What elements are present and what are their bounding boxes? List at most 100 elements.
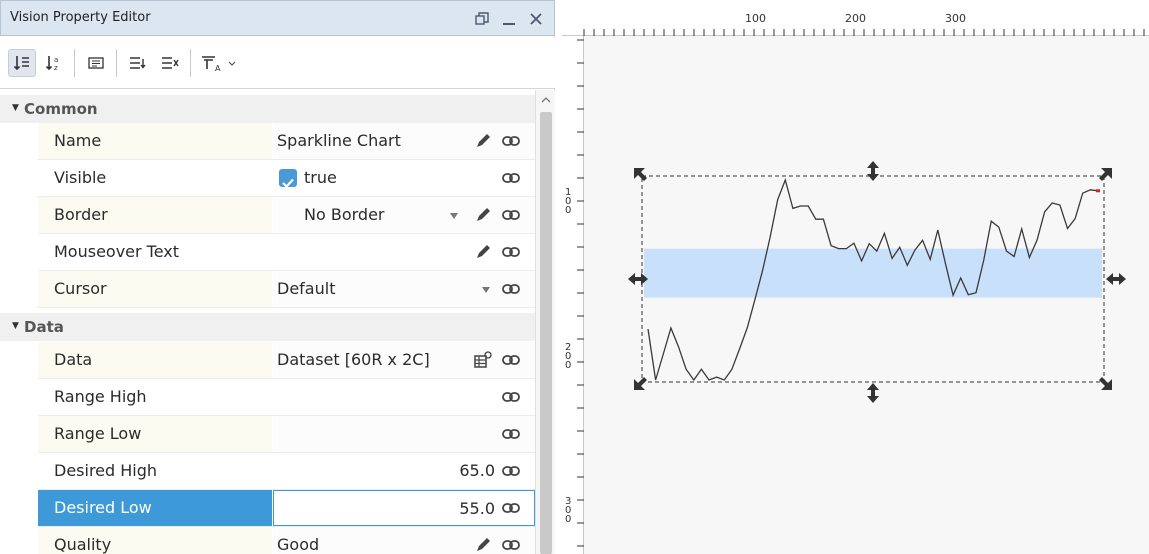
category-common[interactable]: ▼ Common <box>0 95 535 123</box>
close-icon[interactable] <box>525 7 547 31</box>
category-data[interactable]: ▼ Data <box>0 313 535 341</box>
sort-alphabetical-icon: a z <box>45 56 58 72</box>
link-icon[interactable] <box>501 424 521 444</box>
property-row-name[interactable]: Name Sparkline Chart <box>38 123 535 160</box>
link-icon[interactable] <box>501 205 521 225</box>
link-icon[interactable] <box>501 461 521 481</box>
property-value-field[interactable] <box>273 416 535 452</box>
scrollbar-thumb[interactable] <box>540 112 552 554</box>
link-icon[interactable] <box>501 387 521 407</box>
property-row-visible[interactable]: Visible true <box>38 160 535 197</box>
category-label: Data <box>24 318 64 336</box>
property-value-field[interactable] <box>273 234 535 270</box>
svg-text:a: a <box>54 56 58 64</box>
property-name: Desired High <box>54 461 158 480</box>
svg-text:z: z <box>54 64 58 72</box>
pencil-icon[interactable] <box>473 205 493 225</box>
property-name: Visible <box>54 168 107 187</box>
property-value-field[interactable]: 65.0 <box>273 453 535 489</box>
property-grid: ▼ Common Name Sparkline Chart Visible tr… <box>0 90 535 554</box>
pencil-icon[interactable] <box>473 535 493 554</box>
toolbar-divider <box>116 49 117 77</box>
border-dropdown[interactable]: No Border <box>273 197 535 233</box>
resize-se-icon[interactable] <box>1099 377 1112 390</box>
sort-by-category-button[interactable] <box>8 49 36 77</box>
resize-nw-icon[interactable] <box>634 168 647 181</box>
resize-ne-icon[interactable] <box>1099 168 1112 181</box>
property-value: Dataset [60R x 2C] <box>277 350 430 369</box>
ruler-ticks <box>577 39 584 547</box>
property-row-range-high[interactable]: Range High <box>38 379 535 416</box>
expand-all-button[interactable] <box>124 49 152 77</box>
filter-dropdown-button[interactable]: A <box>196 49 240 77</box>
property-row-quality[interactable]: Quality Good <box>38 527 535 554</box>
property-name: Data <box>38 342 272 378</box>
link-icon[interactable] <box>501 242 521 262</box>
property-row-range-low[interactable]: Range Low <box>38 416 535 453</box>
property-value-field[interactable]: true <box>273 160 535 196</box>
property-toolbar: a z A <box>0 37 555 89</box>
property-value: Default <box>277 279 336 298</box>
dataset-editor-icon[interactable] <box>473 350 493 370</box>
link-icon[interactable] <box>501 168 521 188</box>
ruler-label-100: 1 0 0 <box>565 187 572 216</box>
link-icon[interactable] <box>501 131 521 151</box>
property-value-field[interactable]: Good <box>273 527 535 554</box>
property-row-mouseover-text[interactable]: Mouseover Text <box>38 234 535 271</box>
minimize-icon[interactable] <box>498 7 520 31</box>
pencil-icon[interactable] <box>473 131 493 151</box>
sparkline-chart-component[interactable] <box>584 36 1149 554</box>
show-descriptions-button[interactable] <box>82 49 110 77</box>
property-row-desired-low[interactable]: Desired Low 55.0 <box>38 490 535 527</box>
toolbar-divider <box>74 49 75 77</box>
ruler-label: 300 <box>945 12 966 25</box>
scroll-up-icon[interactable] <box>541 96 551 104</box>
property-grid-scrollbar[interactable] <box>535 90 555 554</box>
pencil-icon[interactable] <box>473 242 493 262</box>
ruler-label: 100 <box>745 12 766 25</box>
property-row-border[interactable]: Border No Border <box>38 197 535 234</box>
ruler-label: 200 <box>845 12 866 25</box>
link-icon[interactable] <box>501 498 521 518</box>
link-icon[interactable] <box>501 279 521 299</box>
horizontal-ruler: 100 200 300 <box>562 0 1149 36</box>
collapse-all-icon <box>162 57 179 69</box>
collapse-all-button[interactable] <box>156 49 184 77</box>
link-icon[interactable] <box>501 350 521 370</box>
cursor-dropdown[interactable]: Default <box>273 271 535 307</box>
panel-title-bar[interactable]: Vision Property Editor <box>0 0 555 36</box>
panel-title: Vision Property Editor <box>10 10 151 25</box>
property-value-field[interactable]: Dataset [60R x 2C] <box>273 342 535 378</box>
property-value-field[interactable]: Sparkline Chart <box>273 123 535 159</box>
restore-icon[interactable] <box>471 7 493 31</box>
property-row-desired-high[interactable]: Desired High 65.0 <box>38 453 535 490</box>
visible-checkbox[interactable] <box>279 169 297 189</box>
property-editor-panel: Vision Property Editor a z A ▼ Common Na… <box>0 0 555 554</box>
vertical-ruler: 1 0 0 2 0 0 3 0 0 <box>562 36 584 554</box>
filter-subscript: A <box>215 63 221 73</box>
property-value: Good <box>277 535 320 554</box>
property-row-data[interactable]: Data Dataset [60R x 2C] <box>38 342 535 379</box>
resize-s-icon[interactable] <box>867 383 879 403</box>
property-name: Cursor <box>38 271 272 307</box>
property-name: Desired Low <box>38 490 272 526</box>
resize-e-icon[interactable] <box>1106 273 1126 285</box>
category-label: Common <box>24 100 98 118</box>
design-canvas: 100 200 300 1 0 0 2 0 0 3 0 0 <box>562 0 1149 554</box>
property-value: 55.0 <box>459 499 495 518</box>
toolbar-divider <box>190 49 191 77</box>
property-value: 65.0 <box>459 461 495 480</box>
check-icon <box>282 178 294 189</box>
expand-all-icon <box>130 57 146 69</box>
dropdown-arrow-icon[interactable] <box>449 211 459 221</box>
property-row-cursor[interactable]: Cursor Default <box>38 271 535 308</box>
resize-sw-icon[interactable] <box>634 377 647 390</box>
design-surface[interactable] <box>584 36 1149 554</box>
link-icon[interactable] <box>501 535 521 554</box>
sort-alphabetical-button[interactable]: a z <box>40 49 68 77</box>
dropdown-arrow-icon[interactable] <box>481 285 491 295</box>
resize-n-icon[interactable] <box>867 161 879 181</box>
chevron-down-icon <box>229 61 236 66</box>
desired-low-input[interactable]: 55.0 <box>273 490 535 526</box>
property-value-field[interactable] <box>273 379 535 415</box>
